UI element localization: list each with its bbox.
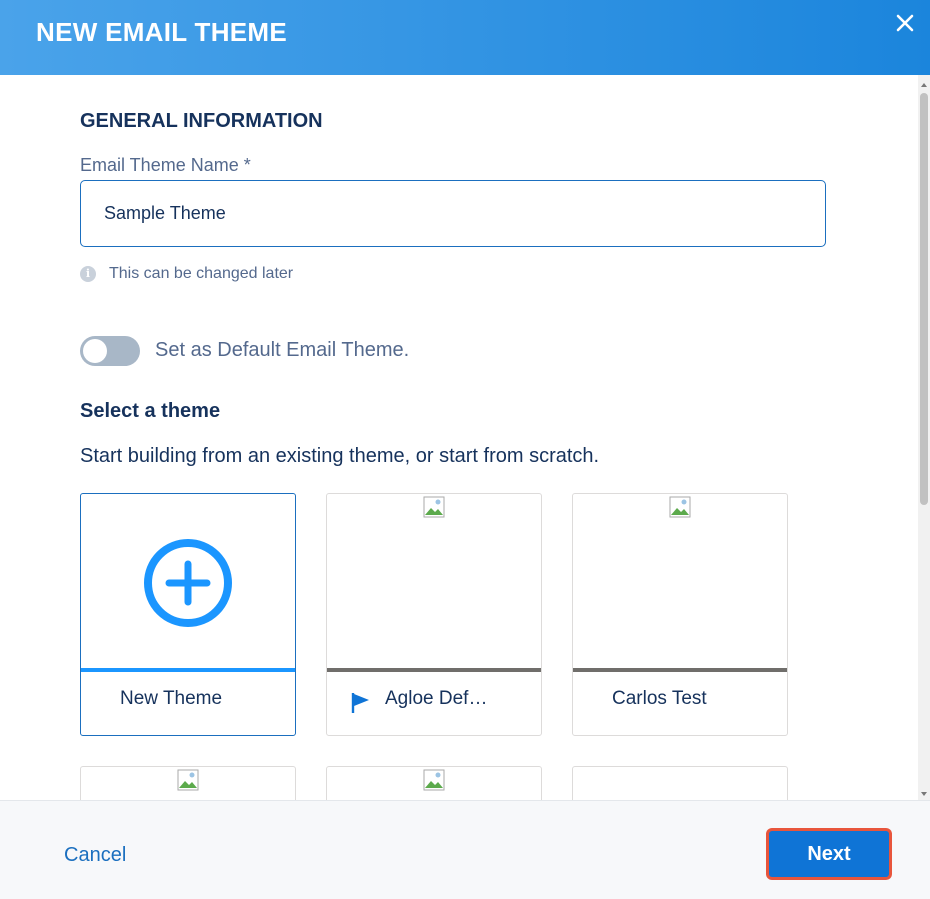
- theme-name-input[interactable]: [80, 180, 826, 247]
- hint-text: This can be changed later: [109, 265, 294, 282]
- modal-header: NEW EMAIL THEME: [0, 0, 930, 75]
- theme-card-preview: [81, 494, 295, 670]
- scroll-up-arrow-icon[interactable]: [921, 83, 927, 87]
- section-title-general: GENERAL INFORMATION: [80, 110, 323, 132]
- cancel-button[interactable]: Cancel: [64, 844, 126, 867]
- theme-card-new[interactable]: New Theme: [80, 493, 296, 736]
- plus-circle-icon: [144, 539, 232, 627]
- broken-image-icon: [423, 496, 445, 518]
- theme-card-label: Agloe Def…: [385, 688, 488, 709]
- theme-card-bar: [573, 668, 787, 672]
- default-theme-toggle-label: Set as Default Email Theme.: [155, 339, 410, 361]
- modal-title: NEW EMAIL THEME: [36, 17, 288, 47]
- broken-image-icon: [177, 769, 199, 791]
- theme-card-preview: [327, 494, 541, 670]
- theme-card-label: New Theme: [120, 688, 223, 709]
- scrollbar-thumb[interactable]: [920, 93, 928, 505]
- modal-footer: Cancel Next: [0, 800, 930, 899]
- theme-card-label: Carlos Test: [612, 688, 707, 709]
- scroll-down-arrow-icon[interactable]: [921, 792, 927, 796]
- select-theme-description: Start building from an existing theme, o…: [80, 445, 600, 467]
- theme-card-bar: [327, 668, 541, 672]
- flag-icon: [351, 693, 369, 713]
- broken-image-icon: [669, 496, 691, 518]
- theme-card-preview: [573, 494, 787, 670]
- theme-card-agloe[interactable]: Agloe Def…: [326, 493, 542, 736]
- close-icon[interactable]: [894, 12, 916, 34]
- next-button[interactable]: Next: [769, 831, 889, 877]
- theme-card-bar: [81, 668, 295, 672]
- broken-image-icon: [423, 769, 445, 791]
- theme-card-carlos[interactable]: Carlos Test: [572, 493, 788, 736]
- toggle-knob: [83, 339, 107, 363]
- scrollbar[interactable]: [918, 75, 930, 800]
- default-theme-toggle[interactable]: [80, 336, 140, 366]
- info-icon: i: [80, 266, 96, 282]
- select-theme-title: Select a theme: [80, 400, 221, 422]
- theme-name-label: Email Theme Name *: [80, 155, 251, 175]
